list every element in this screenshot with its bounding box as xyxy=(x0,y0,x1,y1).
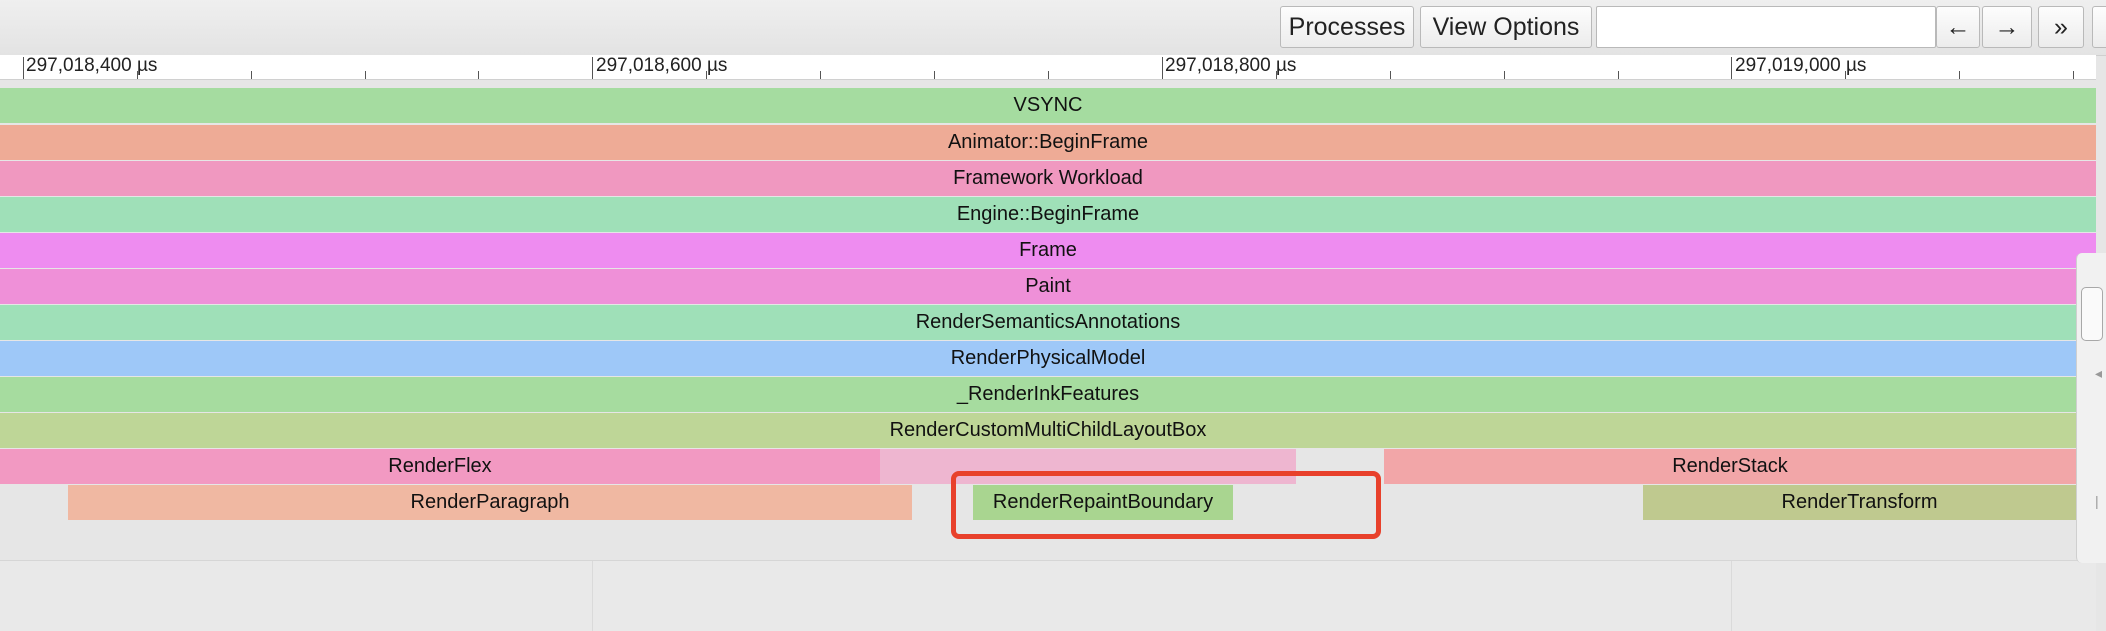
event-label: Engine::BeginFrame xyxy=(956,203,1140,225)
event-render-transform[interactable]: RenderTransform xyxy=(1643,485,2076,520)
ruler-major-tick xyxy=(1731,57,1732,79)
event-label: VSYNC xyxy=(1013,94,1083,116)
search-input[interactable] xyxy=(1596,6,1936,48)
view-options-button[interactable]: View Options xyxy=(1420,6,1592,48)
arrow-left-icon: ← xyxy=(1945,12,1971,41)
event-label: Paint xyxy=(1025,275,1071,297)
event-label: RenderPhysicalModel xyxy=(950,347,1146,369)
double-chevron-icon: » xyxy=(2054,12,2068,41)
event-paint[interactable]: Paint xyxy=(0,269,2096,304)
toolbar: Processes View Options ← → » xyxy=(0,0,2106,56)
event-label: RenderCustomMultiChildLayoutBox xyxy=(889,419,1207,441)
ruler-minor-tick xyxy=(2073,71,2074,79)
ruler-major-tick xyxy=(592,57,593,79)
ruler-major-tick xyxy=(1162,57,1163,79)
event-render-stack[interactable]: RenderStack xyxy=(1384,449,2076,484)
ruler-label: 297,018,400 µs xyxy=(26,55,158,76)
event-animator-begin-frame[interactable]: Animator::BeginFrame xyxy=(0,125,2096,160)
event-render-ink-features[interactable]: _RenderInkFeatures xyxy=(0,377,2096,412)
ruler-minor-tick xyxy=(1504,71,1505,79)
event-render-flex[interactable]: RenderFlex xyxy=(0,449,880,484)
event-label: Animator::BeginFrame xyxy=(947,131,1149,153)
event-vsync[interactable]: VSYNC xyxy=(0,88,2096,123)
next-match-button[interactable]: → xyxy=(1982,6,2032,48)
empty-track-area xyxy=(0,560,2096,631)
panel-grip-icon[interactable]: | xyxy=(2095,493,2099,509)
sidebar-toggle-button[interactable] xyxy=(2092,6,2106,48)
selection-highlight xyxy=(951,471,1381,539)
ruler-minor-tick xyxy=(478,71,479,79)
arrow-right-icon: → xyxy=(1994,12,2020,41)
event-label: _RenderInkFeatures xyxy=(956,383,1140,405)
event-label: RenderFlex xyxy=(388,455,492,477)
vertical-scrollbar[interactable]: ◂ | xyxy=(2076,253,2106,563)
ruler-label: 297,018,800 µs xyxy=(1165,55,1297,76)
previous-match-button[interactable]: ← xyxy=(1936,6,1980,48)
event-render-paragraph[interactable]: RenderParagraph xyxy=(68,485,912,520)
time-ruler: 297,018,400 µs 297,018,600 µs 297,018,80… xyxy=(0,55,2096,80)
collapse-grip-icon[interactable]: ◂ xyxy=(2095,365,2102,382)
ruler-label: 297,019,000 µs xyxy=(1735,55,1867,76)
ruler-label: 297,018,600 µs xyxy=(596,55,728,76)
event-engine-begin-frame[interactable]: Engine::BeginFrame xyxy=(0,197,2096,232)
event-label: RenderParagraph xyxy=(410,491,570,513)
ruler-major-tick xyxy=(23,57,24,79)
ruler-minor-tick xyxy=(1390,71,1391,79)
ruler-minor-tick xyxy=(1048,71,1049,79)
event-render-custom-multi-child-layout-box[interactable]: RenderCustomMultiChildLayoutBox xyxy=(0,413,2096,448)
event-label: Framework Workload xyxy=(953,167,1143,189)
event-label: RenderStack xyxy=(1672,455,1788,477)
event-render-semantics-annotations[interactable]: RenderSemanticsAnnotations xyxy=(0,305,2096,340)
ruler-minor-tick xyxy=(251,71,252,79)
ruler-minor-tick xyxy=(820,71,821,79)
event-frame[interactable]: Frame xyxy=(0,233,2096,268)
event-render-physical-model[interactable]: RenderPhysicalModel xyxy=(0,341,2096,376)
ruler-minor-tick xyxy=(934,71,935,79)
ruler-minor-tick xyxy=(1618,71,1619,79)
overflow-menu-button[interactable]: » xyxy=(2038,6,2084,48)
processes-button[interactable]: Processes xyxy=(1280,6,1414,48)
ruler-minor-tick xyxy=(1959,71,1960,79)
event-label: Frame xyxy=(1019,239,1077,261)
grid-line xyxy=(592,561,593,631)
event-label: RenderSemanticsAnnotations xyxy=(915,311,1181,333)
event-label: RenderTransform xyxy=(1781,491,1938,513)
ruler-minor-tick xyxy=(365,71,366,79)
grid-line xyxy=(1731,561,1732,631)
event-framework-workload[interactable]: Framework Workload xyxy=(0,161,2096,196)
scrollbar-thumb[interactable] xyxy=(2081,287,2103,341)
